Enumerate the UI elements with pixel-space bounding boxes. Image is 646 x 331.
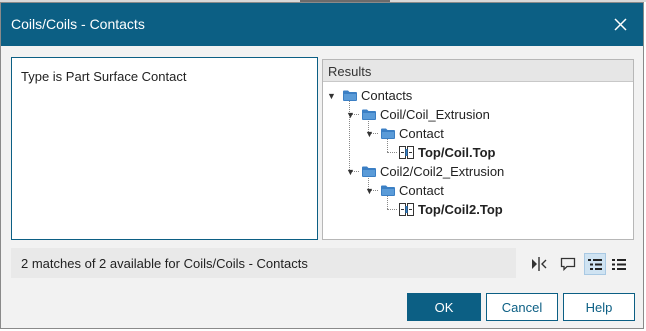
tree-node-contact[interactable]: Contact bbox=[381, 181, 444, 200]
contact-icon bbox=[399, 203, 414, 216]
list-view-icon[interactable] bbox=[608, 253, 630, 275]
tree-guide-line bbox=[387, 209, 397, 210]
contact-icon bbox=[399, 146, 414, 159]
folder-icon bbox=[362, 166, 376, 177]
tree-node-contacts[interactable]: Contacts bbox=[343, 86, 412, 105]
swap-icon[interactable] bbox=[528, 253, 550, 275]
description-text: Type is Part Surface Contact bbox=[21, 69, 187, 84]
tree-node-label: Top/Coil.Top bbox=[418, 145, 496, 160]
cancel-button[interactable]: Cancel bbox=[486, 293, 558, 321]
collapse-arrow-icon[interactable]: ▼ bbox=[365, 186, 374, 196]
ok-button[interactable]: OK bbox=[407, 293, 481, 321]
collapse-arrow-icon[interactable]: ▼ bbox=[327, 91, 336, 101]
tree-leaf-contact[interactable]: Top/Coil.Top bbox=[399, 143, 496, 162]
collapse-arrow-icon[interactable]: ▼ bbox=[346, 167, 355, 177]
tree-leaf-contact[interactable]: Top/Coil2.Top bbox=[399, 200, 503, 219]
results-header: Results bbox=[323, 60, 633, 82]
help-button[interactable]: Help bbox=[563, 293, 635, 321]
collapse-arrow-icon[interactable]: ▼ bbox=[365, 129, 374, 139]
folder-icon bbox=[362, 109, 376, 120]
status-text: 2 matches of 2 available for Coils/Coils… bbox=[21, 256, 308, 271]
contacts-dialog: Coils/Coils - Contacts Type is Part Surf… bbox=[0, 2, 644, 329]
dialog-title: Coils/Coils - Contacts bbox=[11, 16, 145, 32]
comment-icon[interactable] bbox=[557, 253, 579, 275]
close-icon[interactable] bbox=[607, 11, 633, 37]
tree-view-icon[interactable] bbox=[584, 253, 606, 275]
folder-icon bbox=[381, 128, 395, 139]
results-tree[interactable]: ▼ Contacts ▼ Coil/Coil_Extrusion ▼ Conta… bbox=[323, 82, 633, 238]
folder-icon bbox=[343, 90, 357, 101]
results-pane: Results ▼ Contacts ▼ Coil/Coil_Extrusion… bbox=[322, 59, 634, 240]
collapse-arrow-icon[interactable]: ▼ bbox=[346, 110, 355, 120]
tree-node-group[interactable]: Coil/Coil_Extrusion bbox=[362, 105, 490, 124]
tree-node-label: Contact bbox=[399, 126, 444, 141]
results-header-label: Results bbox=[328, 64, 372, 79]
tree-node-label: Contact bbox=[399, 183, 444, 198]
tree-node-label: Contacts bbox=[361, 88, 413, 103]
folder-icon bbox=[381, 185, 395, 196]
description-pane: Type is Part Surface Contact bbox=[11, 57, 318, 240]
status-bar: 2 matches of 2 available for Coils/Coils… bbox=[11, 248, 516, 278]
tree-node-contact[interactable]: Contact bbox=[381, 124, 444, 143]
tree-guide-line bbox=[387, 152, 397, 153]
title-bar: Coils/Coils - Contacts bbox=[1, 3, 643, 46]
tree-node-label: Top/Coil2.Top bbox=[418, 202, 503, 217]
tree-node-label: Coil2/Coil2_Extrusion bbox=[380, 164, 505, 179]
tree-node-group[interactable]: Coil2/Coil2_Extrusion bbox=[362, 162, 504, 181]
tree-node-label: Coil/Coil_Extrusion bbox=[380, 107, 490, 122]
